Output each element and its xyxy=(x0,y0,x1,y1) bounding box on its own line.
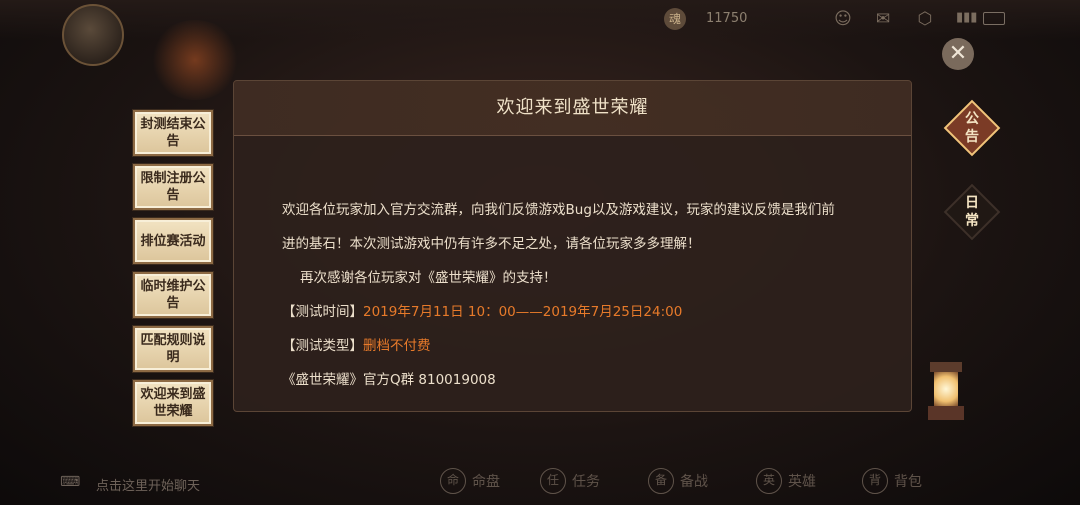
keyboard-icon[interactable]: ⌨ xyxy=(60,474,90,492)
destiny-icon: 命 xyxy=(440,468,466,494)
tasks-icon: 任 xyxy=(540,468,566,494)
announcement-title: 欢迎来到盛世荣耀 xyxy=(496,97,649,118)
nav-destiny-label: 命盘 xyxy=(472,474,500,490)
heroes-icon: 英 xyxy=(756,468,782,494)
tab-maintenance-notice[interactable]: 临时维护公告 xyxy=(133,272,213,318)
nav-heroes[interactable]: 英英雄 xyxy=(756,468,816,494)
nav-backpack-label: 背包 xyxy=(894,474,922,490)
test-type-row: 【测试类型】删档不付费 xyxy=(282,329,902,363)
nav-prepare-label: 备战 xyxy=(680,474,708,490)
body-line-1: 欢迎各位玩家加入官方交流群，向我们反馈游戏Bug以及游戏建议，玩家的建议反馈是我… xyxy=(282,202,835,218)
backpack-icon: 背 xyxy=(862,468,888,494)
close-button[interactable]: ✕ xyxy=(942,38,974,70)
tab-welcome[interactable]: 欢迎来到盛世荣耀 xyxy=(133,380,213,426)
tab-registration-limit[interactable]: 限制注册公告 xyxy=(133,164,213,210)
notice-tab-label: 公告 xyxy=(965,111,979,145)
prepare-icon: 备 xyxy=(648,468,674,494)
test-time-row: 【测试时间】2019年7月11日 10：00——2019年7月25日24:00 xyxy=(282,295,902,329)
body-line-3: 再次感谢各位玩家对《盛世荣耀》的支持！ xyxy=(300,270,557,286)
tab-matching-rules[interactable]: 匹配规则说明 xyxy=(133,326,213,372)
nav-backpack[interactable]: 背背包 xyxy=(862,468,922,494)
announcement-panel: 欢迎来到盛世荣耀 欢迎各位玩家加入官方交流群，向我们反馈游戏Bug以及游戏建议，… xyxy=(233,80,912,412)
tab-daily[interactable]: 日常 xyxy=(943,183,1001,241)
mail-icon[interactable]: ✉ xyxy=(872,9,894,29)
test-type-label: 【测试类型】 xyxy=(282,338,363,354)
settings-icon[interactable]: ⬡ xyxy=(914,9,936,29)
lantern-decoration xyxy=(926,362,966,424)
friends-icon[interactable]: ☺ xyxy=(832,9,854,29)
chat-input-placeholder[interactable]: 点击这里开始聊天 xyxy=(96,475,200,494)
qq-group-line: 《盛世荣耀》官方Q群 810019008 xyxy=(282,372,496,388)
nav-destiny[interactable]: 命命盘 xyxy=(440,468,500,494)
nav-tasks[interactable]: 任任务 xyxy=(540,468,600,494)
signal-icon: ▮▮▮ xyxy=(956,10,978,25)
player-avatar[interactable] xyxy=(62,4,124,66)
decorative-flame xyxy=(150,20,240,100)
test-type-value: 删档不付费 xyxy=(363,338,431,354)
daily-tab-label: 日常 xyxy=(965,195,979,229)
body-line-2: 进的基石！本次测试游戏中仍有许多不足之处，请各位玩家多多理解！ xyxy=(282,236,701,252)
nav-tasks-label: 任务 xyxy=(572,474,600,490)
test-time-label: 【测试时间】 xyxy=(282,304,363,320)
currency-value: 11750 xyxy=(706,11,748,26)
test-time-value: 2019年7月11日 10：00——2019年7月25日24:00 xyxy=(363,304,683,320)
tab-ranked-event[interactable]: 排位赛活动 xyxy=(133,218,213,264)
nav-prepare[interactable]: 备备战 xyxy=(648,468,708,494)
battery-icon xyxy=(983,12,1005,25)
currency-icon: 魂 xyxy=(664,8,686,30)
tab-notice[interactable]: 公告 xyxy=(943,99,1001,157)
nav-heroes-label: 英雄 xyxy=(788,474,816,490)
tab-closed-beta-notice[interactable]: 封测结束公告 xyxy=(133,110,213,156)
announcement-body: 欢迎各位玩家加入官方交流群，向我们反馈游戏Bug以及游戏建议，玩家的建议反馈是我… xyxy=(282,193,902,397)
